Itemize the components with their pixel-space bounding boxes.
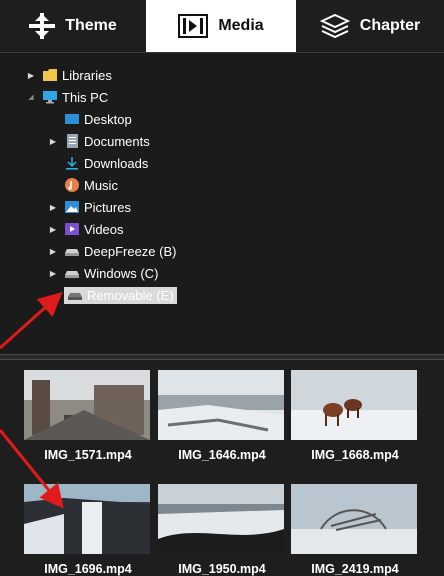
drive-icon bbox=[64, 244, 80, 258]
tree-item-deepfreeze[interactable]: ▶ DeepFreeze (B) bbox=[48, 241, 177, 261]
media-item[interactable]: IMG_1668.mp4 bbox=[291, 370, 419, 462]
media-item[interactable]: IMG_1571.mp4 bbox=[24, 370, 152, 462]
pictures-icon bbox=[64, 200, 80, 214]
media-item[interactable]: IMG_1646.mp4 bbox=[158, 370, 286, 462]
tree-item-documents[interactable]: ▶ Documents bbox=[48, 131, 150, 151]
media-filename: IMG_1950.mp4 bbox=[178, 562, 266, 576]
media-filename: IMG_1668.mp4 bbox=[311, 448, 399, 462]
videos-icon bbox=[64, 222, 80, 236]
media-filename: IMG_2419.mp4 bbox=[311, 562, 399, 576]
panel-splitter[interactable] bbox=[0, 354, 444, 360]
video-thumbnail[interactable] bbox=[24, 370, 150, 440]
folder-icon bbox=[42, 68, 58, 82]
video-thumbnail[interactable] bbox=[291, 484, 417, 554]
video-thumbnail[interactable] bbox=[291, 370, 417, 440]
video-thumbnail[interactable] bbox=[158, 484, 284, 554]
expand-arrow-icon[interactable]: ▶ bbox=[48, 224, 58, 234]
media-icon bbox=[178, 14, 209, 38]
tree-item-desktop[interactable]: Desktop bbox=[48, 109, 132, 129]
tree-item-downloads[interactable]: Downloads bbox=[48, 153, 148, 173]
folder-tree: ▶ Libraries ◢ This PC Desktop ▶ Document… bbox=[0, 52, 444, 355]
download-icon bbox=[64, 156, 80, 170]
tree-item-videos[interactable]: ▶ Videos bbox=[48, 219, 124, 239]
expand-arrow-icon[interactable]: ▶ bbox=[26, 70, 36, 80]
collapse-arrow-icon[interactable]: ◢ bbox=[26, 92, 36, 102]
video-thumbnail[interactable] bbox=[158, 370, 284, 440]
media-filename: IMG_1696.mp4 bbox=[44, 562, 132, 576]
music-icon bbox=[64, 178, 80, 192]
media-item[interactable]: IMG_1696.mp4 bbox=[24, 484, 152, 576]
drive-icon bbox=[64, 266, 80, 280]
tree-item-libraries[interactable]: ▶ Libraries bbox=[26, 65, 112, 85]
media-grid: IMG_1571.mp4 IMG_1646.mp4 IMG_1668.mp4 I… bbox=[0, 362, 444, 576]
tree-item-pictures[interactable]: ▶ Pictures bbox=[48, 197, 131, 217]
tree-item-music[interactable]: Music bbox=[48, 175, 118, 195]
media-filename: IMG_1646.mp4 bbox=[178, 448, 266, 462]
expand-arrow-icon[interactable]: ▶ bbox=[48, 246, 58, 256]
tab-theme[interactable]: Theme bbox=[0, 0, 146, 52]
tab-media-label: Media bbox=[218, 17, 264, 34]
tab-chapter-label: Chapter bbox=[359, 17, 421, 34]
theme-icon bbox=[29, 13, 56, 39]
expand-arrow-icon[interactable]: ▶ bbox=[48, 202, 58, 212]
tab-media[interactable]: Media bbox=[146, 0, 296, 52]
tree-item-removable[interactable]: Removable (E) bbox=[48, 285, 177, 305]
media-filename: IMG_1571.mp4 bbox=[44, 448, 132, 462]
media-item[interactable]: IMG_2419.mp4 bbox=[291, 484, 419, 576]
tab-theme-label: Theme bbox=[65, 17, 117, 34]
drive-icon bbox=[67, 288, 83, 302]
removable-selected: Removable (E) bbox=[64, 286, 177, 304]
computer-icon bbox=[42, 90, 58, 104]
desktop-icon bbox=[64, 112, 80, 126]
expand-arrow-icon[interactable]: ▶ bbox=[48, 136, 58, 146]
media-item[interactable]: IMG_1950.mp4 bbox=[158, 484, 286, 576]
expand-arrow-icon[interactable]: ▶ bbox=[48, 268, 58, 278]
tab-chapter[interactable]: Chapter bbox=[296, 0, 444, 52]
tab-bar: Theme Media Chapter bbox=[0, 0, 444, 52]
tree-item-windows[interactable]: ▶ Windows (C) bbox=[48, 263, 158, 283]
tree-item-this-pc[interactable]: ◢ This PC bbox=[26, 87, 108, 107]
layers-icon bbox=[319, 13, 350, 39]
documents-icon bbox=[64, 134, 80, 148]
video-thumbnail[interactable] bbox=[24, 484, 150, 554]
